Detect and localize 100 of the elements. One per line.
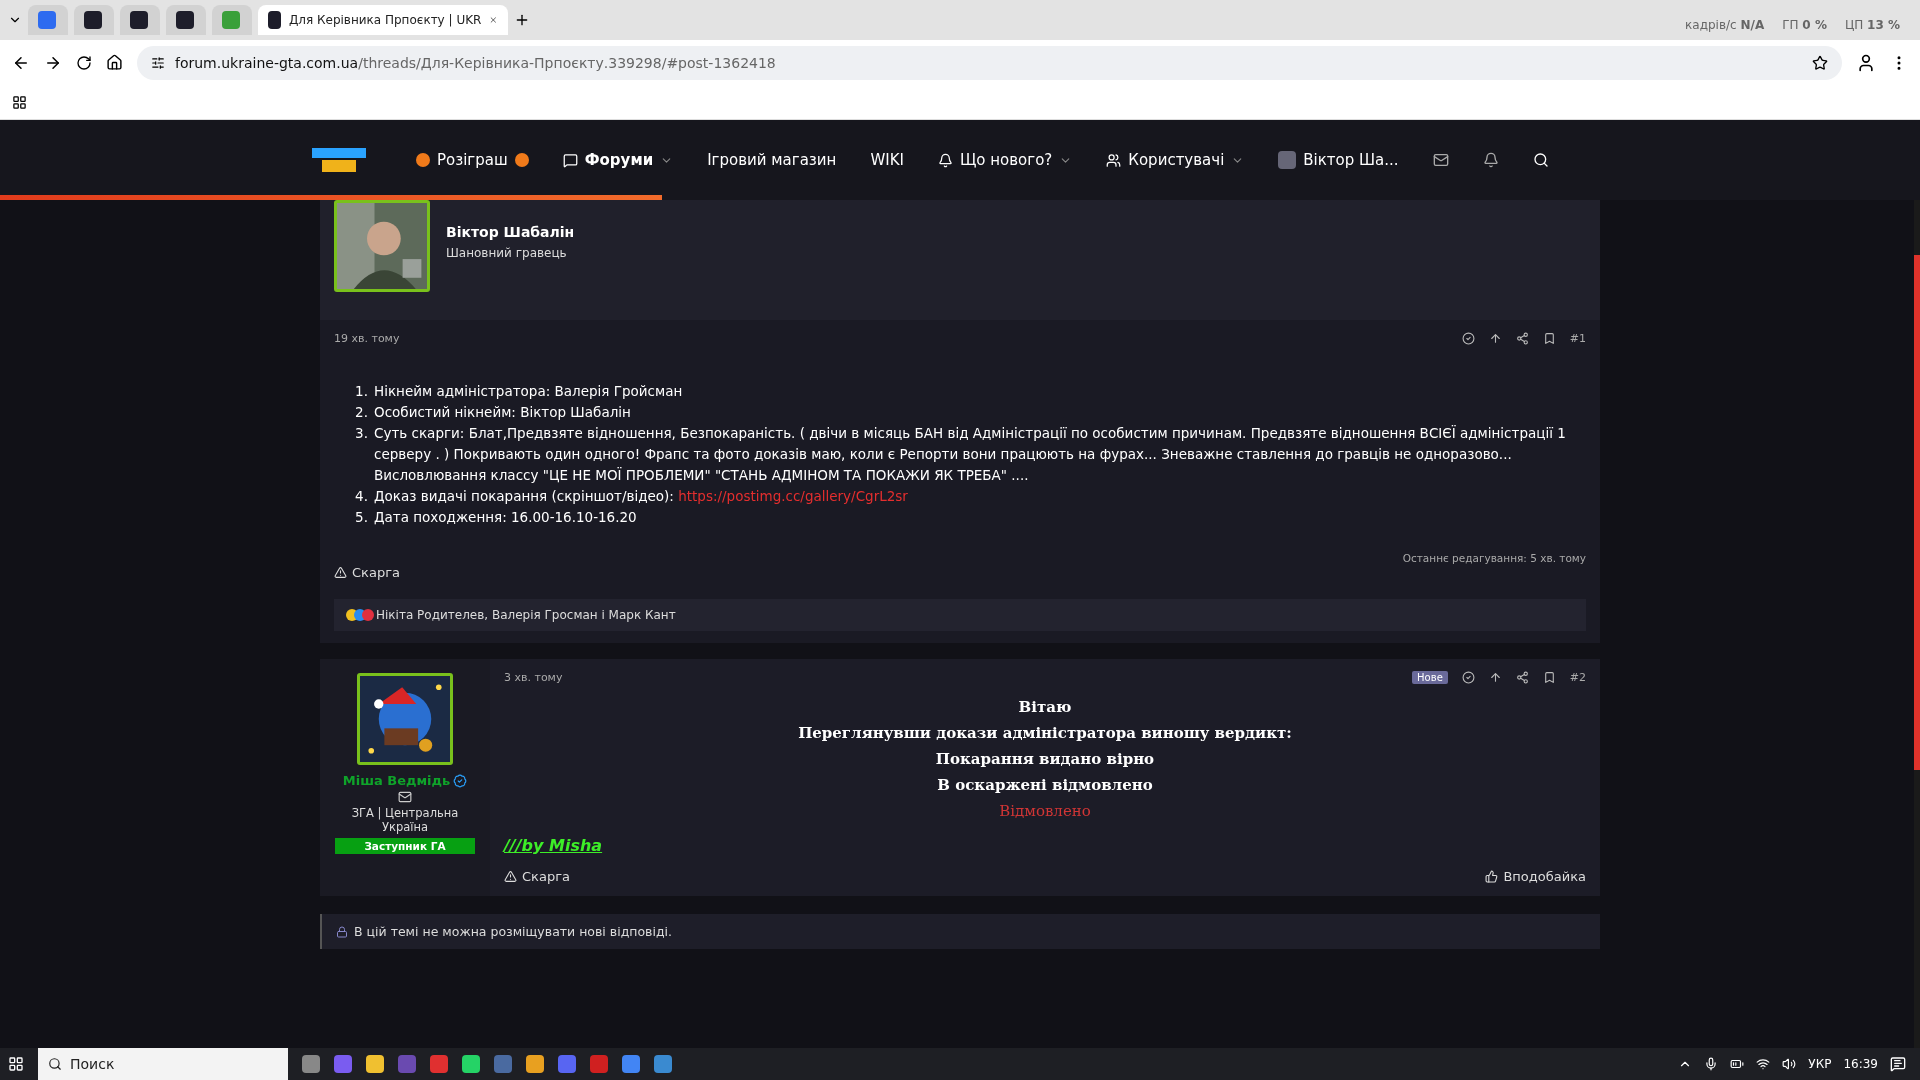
edit-note: Останнє редагування: 5 хв. тому — [1401, 552, 1586, 564]
users-icon — [1106, 152, 1122, 168]
lock-icon — [336, 925, 348, 938]
mail-icon[interactable] — [398, 790, 412, 804]
taskbar-app-icon[interactable] — [430, 1055, 448, 1073]
clock[interactable]: 16:39 — [1843, 1057, 1878, 1071]
chat-icon — [562, 152, 578, 168]
volume-icon[interactable] — [1782, 1057, 1797, 1071]
list-item: Дата походження: 16.00-16.10-16.20 — [374, 508, 637, 527]
browser-tab[interactable] — [166, 5, 206, 35]
taskbar-app-icon[interactable] — [366, 1055, 384, 1073]
pumpkin-icon — [416, 153, 430, 167]
arrow-up-icon[interactable] — [1488, 332, 1502, 345]
taskbar-app-icon[interactable] — [590, 1055, 608, 1073]
start-icon[interactable] — [8, 1056, 24, 1072]
post-number[interactable]: #2 — [1569, 671, 1586, 684]
bookmark-icon[interactable] — [1542, 332, 1556, 345]
post-number[interactable]: #1 — [1569, 332, 1586, 345]
site-icon — [268, 11, 281, 29]
home-icon[interactable] — [106, 54, 123, 71]
taskbar-app-icon[interactable] — [302, 1055, 320, 1073]
author-name[interactable]: Віктор Шабалін — [446, 224, 575, 240]
browser-tab[interactable]: Для Керівника Прпоєкту | UKR — [258, 5, 508, 35]
user-menu[interactable]: Віктор Ша... — [1278, 151, 1399, 169]
apps-icon[interactable] — [12, 94, 27, 110]
link[interactable]: https://postimg.cc/gallery/CgrL2sr — [678, 488, 908, 504]
post-text: Вітаю — [1018, 697, 1072, 718]
overlay-stat: кадрів/с N/A — [1685, 18, 1765, 32]
arrow-up-icon[interactable] — [1488, 671, 1502, 684]
list-number: 2. — [354, 403, 368, 422]
nav-link[interactable]: Ігровий магазин — [707, 151, 837, 169]
warning-icon — [504, 870, 517, 883]
new-badge: Нове — [1412, 671, 1448, 684]
list-number: 1. — [354, 382, 368, 401]
taskbar-app-icon[interactable] — [462, 1055, 480, 1073]
post-text: Покарання видано вірно — [935, 749, 1155, 770]
site-icon — [84, 11, 102, 29]
taskbar-search[interactable]: Поиск — [38, 1048, 288, 1080]
browser-tab[interactable] — [74, 5, 114, 35]
taskbar-app-icon[interactable] — [334, 1055, 352, 1073]
post-time[interactable]: 3 хв. тому — [504, 671, 563, 684]
nav-link[interactable]: Що нового? — [937, 151, 1073, 169]
nav-link[interactable]: Розіграш — [416, 151, 529, 169]
site-icon — [130, 11, 148, 29]
share-icon[interactable] — [1515, 671, 1529, 684]
share-icon[interactable] — [1515, 332, 1529, 345]
nav-link[interactable]: Форуми — [562, 151, 674, 169]
signature-link[interactable]: ///by Misha — [504, 836, 603, 855]
wifi-icon[interactable] — [1756, 1057, 1771, 1071]
battery-icon — [1730, 1057, 1745, 1071]
notifications-icon[interactable] — [1890, 1056, 1906, 1072]
taskbar-app-icon[interactable] — [654, 1055, 672, 1073]
list-item: Суть скарги: Блат,Предвзяте відношення, Безпокараність. ( двічи в місяць БАН від Адміністрації по особистим причинам. Предвзяте відношення ВСІЄЇ адміністрації 1 серверу . ) Покривають один одного! Фрапс та фото доказів маю, коли є Репорти вони працюють на фурах... Зневажне ставлення до гравців не одноразово... Висловлювання классу "ЦЕ НЕ МОЇ ПРОБЛЕМИ" "СТАНЬ АДМІНОМ ТА ПОКАЖИ ЯК ТРЕБА" .... — [374, 424, 1567, 485]
like-button[interactable]: Вподобайка — [1485, 869, 1586, 884]
profile-icon[interactable] — [1856, 52, 1876, 73]
user-title: Шановний гравець — [446, 246, 568, 260]
locked-notice: В цій темі не можна розміщувати нові відповіді. — [354, 924, 673, 939]
new-tab-icon[interactable] — [514, 12, 530, 28]
user-location: ЗГА | Центральна Україна — [350, 806, 460, 834]
taskbar-app-icon[interactable] — [526, 1055, 544, 1073]
nav-link[interactable]: Користувачі — [1106, 151, 1245, 169]
bookmark-icon[interactable] — [1542, 671, 1556, 684]
search-icon[interactable] — [1532, 152, 1549, 168]
site-settings-icon[interactable] — [151, 55, 165, 70]
taskbar-app-icon[interactable] — [558, 1055, 576, 1073]
list-number: 5. — [354, 508, 368, 527]
mail-icon[interactable] — [1432, 152, 1449, 168]
post-time[interactable]: 19 хв. тому — [334, 332, 400, 345]
site-icon — [222, 11, 240, 29]
post-text: В оскаржені відмовлено — [937, 775, 1153, 796]
user-role: Заступник ГА — [335, 838, 475, 854]
check-icon[interactable] — [1461, 332, 1475, 345]
report-link[interactable]: Скарга — [334, 565, 400, 580]
list-item: Нікнейм адміністратора: Валерія Гройсман — [374, 382, 683, 401]
bell-icon[interactable] — [1482, 152, 1499, 168]
address-bar[interactable]: forum.ukraine-gta.com.ua/threads/Для-Керівника-Прпоєкту.339298/#post-1362418 — [137, 45, 1842, 80]
nav-link[interactable]: WIKI — [870, 151, 904, 169]
search-icon — [48, 1057, 62, 1071]
reload-icon[interactable] — [76, 54, 92, 71]
scrollbar-thumb[interactable] — [1914, 255, 1920, 770]
taskbar-app-icon[interactable] — [622, 1055, 640, 1073]
post-text: Відмовлено — [999, 801, 1091, 822]
reactions-list[interactable]: Нікіта Родителев, Валерія Гросман і Марк Кант — [376, 608, 676, 622]
author-name[interactable]: Міша Ведмідь — [342, 773, 451, 788]
warning-icon — [334, 566, 347, 579]
pumpkin-icon — [514, 153, 529, 167]
list-item: Особистий нікнейм: Віктор Шабалін — [374, 403, 631, 422]
thumbs-up-icon — [1485, 870, 1499, 883]
overlay-stat: ГП 0 % — [1782, 18, 1827, 32]
language-indicator[interactable]: УКР — [1808, 1057, 1832, 1071]
close-icon[interactable] — [489, 14, 498, 26]
mic-icon[interactable] — [1704, 1057, 1719, 1071]
post-text: Переглянувши докази адміністратора виношу вердикт: — [798, 723, 1292, 744]
check-icon[interactable] — [1461, 671, 1475, 684]
bell-icon — [937, 152, 953, 168]
list-item: Доказ видачі покарання (скріншот/відео): https://postimg.cc/gallery/CgrL2sr — [374, 487, 908, 506]
list-number: 4. — [354, 487, 368, 506]
bookmark-star-icon[interactable] — [1812, 54, 1828, 71]
browser-tab[interactable] — [120, 5, 160, 35]
report-link[interactable]: Скарга — [504, 869, 570, 884]
